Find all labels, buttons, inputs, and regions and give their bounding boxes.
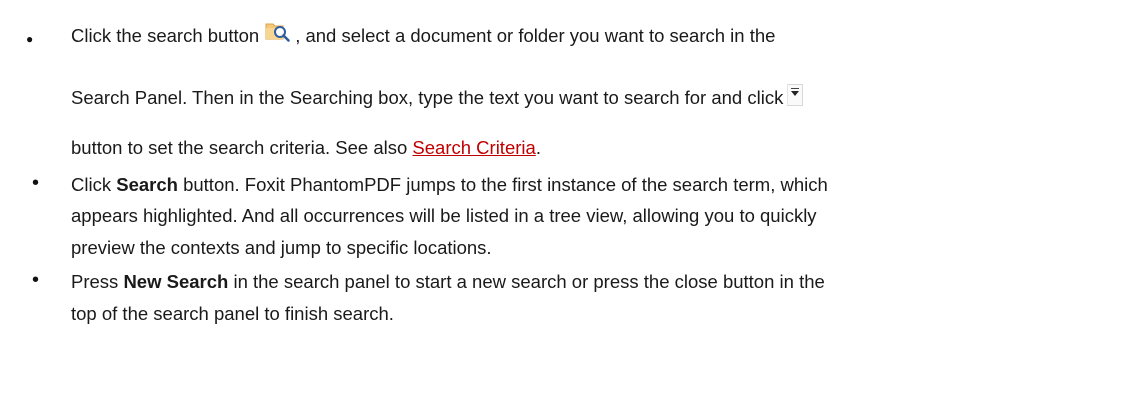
dropdown-triangle <box>791 91 800 97</box>
search-bold: Search <box>116 174 178 195</box>
paragraph-line: Search Panel. Then in the Searching box,… <box>71 84 804 110</box>
bullet: ● <box>26 32 34 46</box>
paragraph-line: Press New Search in the search panel to … <box>71 270 825 294</box>
paragraph-line: Click Search button. Foxit PhantomPDF ju… <box>71 173 828 197</box>
folder-search-icon[interactable] <box>265 19 291 43</box>
text-segment: button to set the search criteria. See a… <box>71 137 413 158</box>
text-segment: , and select a document or folder you wa… <box>295 25 776 46</box>
text-segment: Click <box>71 174 117 195</box>
search-criteria-link[interactable]: Search Criteria <box>412 137 535 158</box>
text-segment: button. Foxit PhantomPDF jumps to the fi… <box>177 174 828 195</box>
paragraph-line: button to set the search criteria. See a… <box>71 136 541 160</box>
text-segment: preview the contexts and jump to specifi… <box>71 237 492 258</box>
new-search-bold: New Search <box>123 271 229 292</box>
text-segment: Press <box>71 271 124 292</box>
text-segment: appears highlighted. And all occurrences… <box>71 205 817 226</box>
text-segment: . <box>535 137 541 158</box>
paragraph-line: Click the search button , and select a d… <box>71 23 776 49</box>
text-segment: in the search panel to start a new searc… <box>228 271 825 292</box>
text-segment: Search Panel. Then in the Searching box,… <box>71 87 784 108</box>
text-segment: Click the search button <box>71 25 260 46</box>
dropdown-bar <box>791 88 800 90</box>
text-segment: top of the search panel to finish search… <box>71 303 394 324</box>
bullet: • <box>32 269 40 291</box>
paragraph-line: appears highlighted. And all occurrences… <box>71 204 817 228</box>
paragraph-line: top of the search panel to finish search… <box>71 302 394 326</box>
bullet: • <box>32 172 40 194</box>
dropdown-arrow-icon[interactable] <box>787 84 804 107</box>
paragraph-line: preview the contexts and jump to specifi… <box>71 236 492 260</box>
